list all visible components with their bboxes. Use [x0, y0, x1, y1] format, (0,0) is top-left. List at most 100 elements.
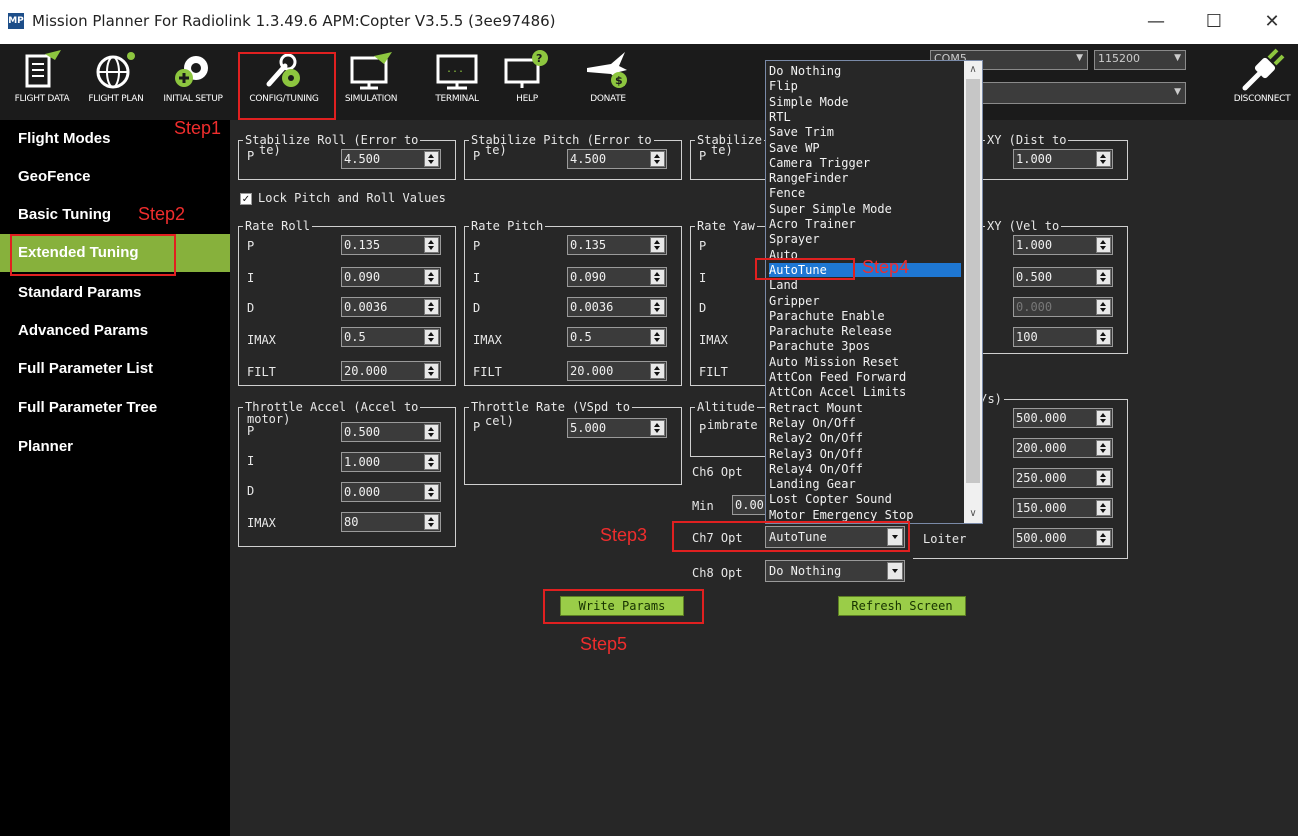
dropdown-option[interactable]: Parachute Release [769, 324, 961, 338]
sidebar-item-full-parameter-list[interactable]: Full Parameter List [0, 350, 230, 388]
spin-arrows-icon[interactable] [650, 329, 665, 345]
ch7-opt-select[interactable]: AutoTune [765, 526, 905, 548]
spin-arrows-icon[interactable] [1096, 151, 1111, 167]
spin-arrows-icon[interactable] [650, 363, 665, 379]
donate-button[interactable]: $ DONATE [572, 48, 644, 118]
spin-arrows-icon[interactable] [650, 299, 665, 315]
dropdown-option[interactable]: Do Nothing [769, 64, 961, 78]
spin-arrows-icon[interactable] [1096, 329, 1111, 345]
rate-pitch-d-input[interactable]: 0.0036 [567, 297, 667, 317]
scroll-up-icon[interactable]: ∧ [964, 61, 982, 79]
rate-roll-p-input[interactable]: 0.135 [341, 235, 441, 255]
rate-roll-filt-input[interactable]: 20.000 [341, 361, 441, 381]
dropdown-option[interactable]: Gripper [769, 294, 961, 308]
rate-pitch-p-input[interactable]: 0.135 [567, 235, 667, 255]
throttle-accel-imax-input[interactable]: 80 [341, 512, 441, 532]
velocity-xy-imax-input[interactable]: 100 [1013, 327, 1113, 347]
dropdown-option[interactable]: RTL [769, 110, 961, 124]
spin-arrows-icon[interactable] [424, 151, 439, 167]
rate-pitch-filt-input[interactable]: 20.000 [567, 361, 667, 381]
dropdown-option[interactable]: Motor Emergency Stop [769, 508, 961, 522]
dropdown-option[interactable]: Flip [769, 79, 961, 93]
spin-arrows-icon[interactable] [424, 484, 439, 500]
spin-arrows-icon[interactable] [650, 237, 665, 253]
dropdown-option[interactable]: Land [769, 278, 961, 292]
spin-arrows-icon[interactable] [1096, 500, 1111, 516]
stabilize-pitch-p-input[interactable]: 4.500 [567, 149, 667, 169]
flight-data-button[interactable]: FLIGHT DATA [2, 48, 82, 118]
throttle-accel-d-input[interactable]: 0.000 [341, 482, 441, 502]
velocity-xy-p-input[interactable]: 1.000 [1013, 235, 1113, 255]
spin-arrows-icon[interactable] [1096, 237, 1111, 253]
config-tuning-button[interactable]: CONFIG/TUNING [236, 48, 332, 118]
terminal-button[interactable]: ... TERMINAL [424, 48, 490, 118]
close-button[interactable]: ✕ [1258, 10, 1286, 34]
velocity-xy-i-input[interactable]: 0.500 [1013, 267, 1113, 287]
spin-arrows-icon[interactable] [650, 420, 665, 436]
help-button[interactable]: ? HELP [496, 48, 558, 118]
vehicle-select[interactable]: ▼ [982, 82, 1186, 104]
dropdown-option[interactable]: Relay4 On/Off [769, 462, 961, 476]
wpnav-speed-input[interactable]: 500.000 [1013, 408, 1113, 428]
ch7-opt-dropdown-list[interactable]: Do Nothing Flip Simple Mode RTL Save Trim Sav… [765, 60, 983, 524]
spin-arrows-icon[interactable] [424, 363, 439, 379]
dropdown-option[interactable]: Lost Copter Sound [769, 492, 961, 506]
refresh-screen-button[interactable]: Refresh Screen [838, 596, 966, 616]
dropdown-option[interactable]: Relay2 On/Off [769, 431, 961, 445]
sidebar-item-standard-params[interactable]: Standard Params [0, 274, 230, 312]
spin-arrows-icon[interactable] [1096, 470, 1111, 486]
dropdown-option[interactable]: Parachute Enable [769, 309, 961, 323]
spin-arrows-icon[interactable] [1096, 410, 1111, 426]
sidebar-item-geofence[interactable]: GeoFence [0, 158, 230, 196]
maximize-button[interactable]: ☐ [1200, 10, 1228, 34]
spin-arrows-icon[interactable] [650, 269, 665, 285]
dropdown-option[interactable]: AttCon Accel Limits [769, 385, 961, 399]
wpnav-speed-down-input[interactable]: 150.000 [1013, 498, 1113, 518]
dropdown-option[interactable]: Relay3 On/Off [769, 447, 961, 461]
wpnav-loiter-speed-input[interactable]: 500.000 [1013, 528, 1113, 548]
spin-arrows-icon[interactable] [424, 299, 439, 315]
dropdown-option[interactable]: Save Trim [769, 125, 961, 139]
rate-pitch-i-input[interactable]: 0.090 [567, 267, 667, 287]
spin-arrows-icon[interactable] [424, 424, 439, 440]
disconnect-button[interactable]: DISCONNECT [1226, 48, 1298, 118]
dropdown-option[interactable]: Landing Gear [769, 477, 961, 491]
dropdown-option[interactable]: Parachute 3pos [769, 339, 961, 353]
dropdown-option[interactable]: Relay On/Off [769, 416, 961, 430]
ch8-opt-select[interactable]: Do Nothing [765, 560, 905, 582]
flight-plan-button[interactable]: FLIGHT PLAN [80, 48, 152, 118]
wpnav-speed-up-input[interactable]: 250.000 [1013, 468, 1113, 488]
loiter-position-p-input[interactable]: 1.000 [1013, 149, 1113, 169]
dropdown-option[interactable]: AttCon Feed Forward [769, 370, 961, 384]
spin-arrows-icon[interactable] [424, 329, 439, 345]
throttle-accel-p-input[interactable]: 0.500 [341, 422, 441, 442]
dropdown-option[interactable]: Camera Trigger [769, 156, 961, 170]
dropdown-option[interactable]: RangeFinder [769, 171, 961, 185]
spin-arrows-icon[interactable] [424, 454, 439, 470]
spin-arrows-icon[interactable] [1096, 530, 1111, 546]
spin-arrows-icon[interactable] [650, 151, 665, 167]
dropdown-option[interactable]: Fence [769, 186, 961, 200]
dropdown-option[interactable]: Retract Mount [769, 401, 961, 415]
dropdown-option[interactable]: Acro Trainer [769, 217, 961, 231]
baud-rate-select[interactable]: 115200 ▼ [1094, 50, 1186, 70]
dropdown-option[interactable]: Super Simple Mode [769, 202, 961, 216]
spin-arrows-icon[interactable] [424, 269, 439, 285]
stabilize-roll-p-input[interactable]: 4.500 [341, 149, 441, 169]
rate-roll-i-input[interactable]: 0.090 [341, 267, 441, 287]
sidebar-item-planner[interactable]: Planner [0, 428, 230, 466]
dropdown-option[interactable]: Sprayer [769, 232, 961, 246]
dropdown-option[interactable]: Auto Mission Reset [769, 355, 961, 369]
dropdown-scrollbar[interactable]: ∧ ∨ [964, 61, 982, 523]
write-params-button[interactable]: Write Params [560, 596, 684, 616]
dropdown-option[interactable]: Save WP [769, 141, 961, 155]
dropdown-option[interactable]: Simple Mode [769, 95, 961, 109]
rate-pitch-imax-input[interactable]: 0.5 [567, 327, 667, 347]
spin-arrows-icon[interactable] [1096, 269, 1111, 285]
rate-roll-imax-input[interactable]: 0.5 [341, 327, 441, 347]
scroll-down-icon[interactable]: ∨ [964, 505, 982, 523]
wpnav-radius-input[interactable]: 200.000 [1013, 438, 1113, 458]
throttle-rate-p-input[interactable]: 5.000 [567, 418, 667, 438]
sidebar-item-full-parameter-tree[interactable]: Full Parameter Tree [0, 389, 230, 427]
chevron-down-icon[interactable] [887, 562, 903, 580]
